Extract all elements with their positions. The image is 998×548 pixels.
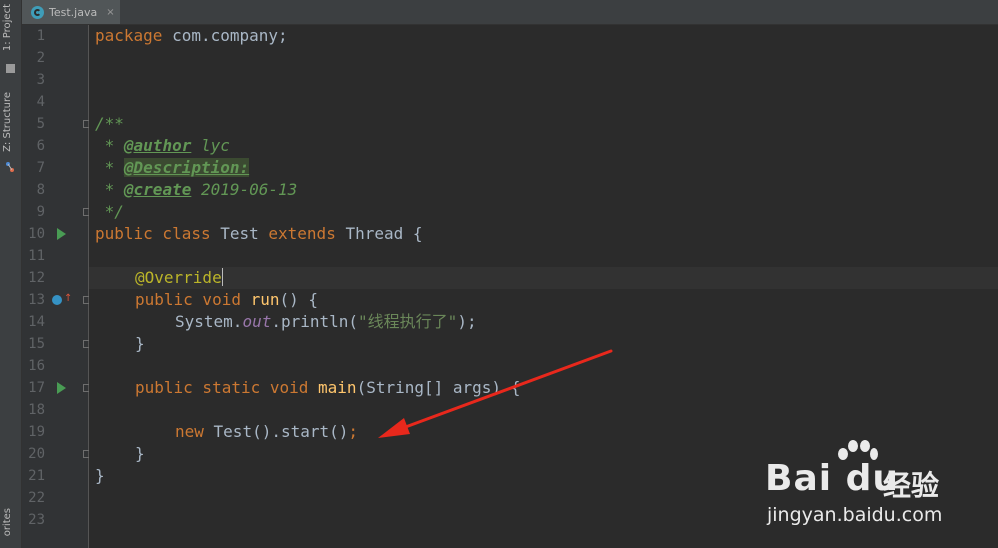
watermark-url: jingyan.baidu.com <box>767 504 943 526</box>
baidu-watermark: Bai du 经验 jingyan.baidu.com <box>765 440 995 540</box>
arrow-shaft <box>390 349 613 434</box>
watermark-cn-text: 经验 <box>883 469 940 502</box>
arrow-head <box>378 418 410 438</box>
watermark-logo-text: Bai du <box>765 458 900 499</box>
